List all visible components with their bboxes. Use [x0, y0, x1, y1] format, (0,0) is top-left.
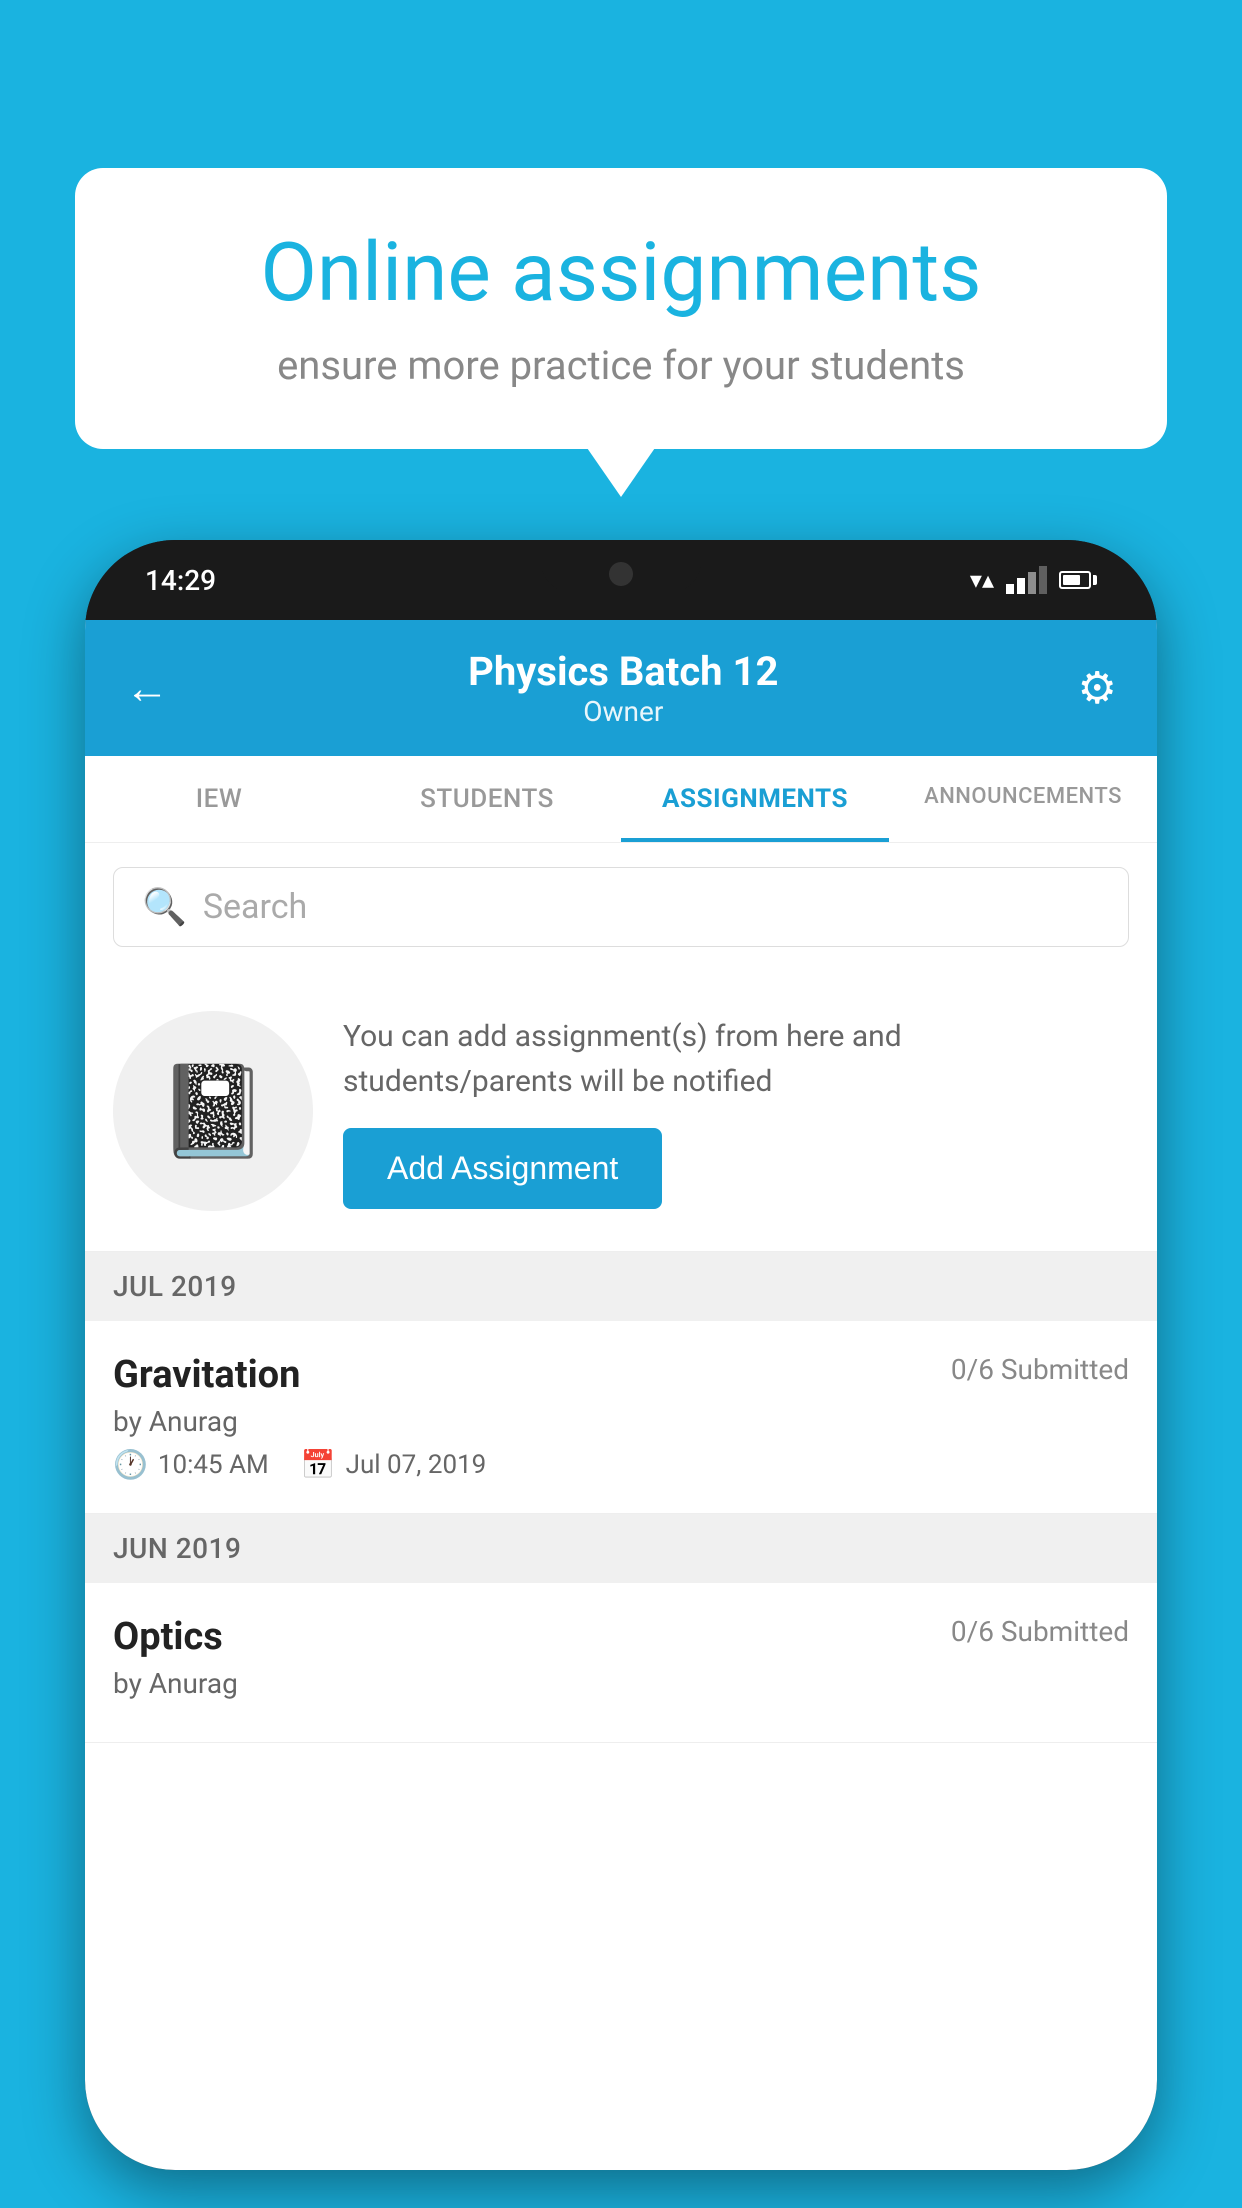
- promo-content: You can add assignment(s) from here and …: [343, 1014, 1129, 1209]
- phone-frame: 14:29 ▾▴: [85, 540, 1157, 2170]
- assignment-name: Gravitation: [113, 1353, 300, 1397]
- assignment-submitted: 0/6 Submitted: [951, 1353, 1129, 1386]
- app-header: ← Physics Batch 12 Owner ⚙: [85, 620, 1157, 756]
- search-icon: 🔍: [142, 886, 187, 928]
- add-assignment-button[interactable]: Add Assignment: [343, 1128, 662, 1209]
- speech-bubble: Online assignments ensure more practice …: [75, 168, 1167, 449]
- assignment-meta: 🕐 10:45 AM 📅 Jul 07, 2019: [113, 1448, 1129, 1481]
- tab-iew[interactable]: IEW: [85, 756, 353, 842]
- assignment-date: Jul 07, 2019: [346, 1450, 487, 1480]
- back-button[interactable]: ←: [125, 662, 169, 714]
- search-input-placeholder[interactable]: Search: [203, 887, 307, 927]
- assignment-submitted-optics: 0/6 Submitted: [951, 1615, 1129, 1648]
- tab-assignments[interactable]: ASSIGNMENTS: [621, 756, 889, 842]
- phone-screen: ← Physics Batch 12 Owner ⚙ IEW STUDENTS …: [85, 620, 1157, 2170]
- notebook-icon: 📓: [157, 1059, 269, 1164]
- battery-icon: [1059, 571, 1097, 589]
- section-header-jul: JUL 2019: [85, 1252, 1157, 1321]
- tab-students[interactable]: STUDENTS: [353, 756, 621, 842]
- bubble-subtitle: ensure more practice for your students: [145, 342, 1097, 389]
- promo-description: You can add assignment(s) from here and …: [343, 1014, 1129, 1104]
- header-title: Physics Batch 12: [468, 648, 778, 695]
- meta-date: 📅 Jul 07, 2019: [301, 1448, 487, 1481]
- bubble-title: Online assignments: [145, 228, 1097, 318]
- status-icons: ▾▴: [970, 566, 1097, 594]
- assignment-item-gravitation[interactable]: Gravitation 0/6 Submitted by Anurag 🕐 10…: [85, 1321, 1157, 1514]
- section-header-jun: JUN 2019: [85, 1514, 1157, 1583]
- promo-section: 📓 You can add assignment(s) from here an…: [85, 971, 1157, 1252]
- clock-icon: 🕐: [113, 1448, 148, 1481]
- assignment-icon-circle: 📓: [113, 1011, 313, 1211]
- phone-camera: [609, 562, 633, 586]
- tabs-container: IEW STUDENTS ASSIGNMENTS ANNOUNCEMENTS: [85, 756, 1157, 843]
- assignment-name-optics: Optics: [113, 1615, 223, 1659]
- meta-time: 🕐 10:45 AM: [113, 1448, 269, 1481]
- header-center: Physics Batch 12 Owner: [468, 648, 778, 728]
- phone-notch: [541, 540, 701, 592]
- calendar-icon: 📅: [301, 1448, 336, 1481]
- wifi-icon: ▾▴: [970, 566, 994, 594]
- header-subtitle: Owner: [468, 695, 778, 728]
- assignment-author-optics: by Anurag: [113, 1667, 1129, 1700]
- tab-announcements[interactable]: ANNOUNCEMENTS: [889, 756, 1157, 842]
- assignment-time: 10:45 AM: [158, 1450, 269, 1480]
- search-bar[interactable]: 🔍 Search: [113, 867, 1129, 947]
- signal-icon: [1006, 566, 1047, 594]
- search-container: 🔍 Search: [85, 843, 1157, 971]
- assignment-item-optics[interactable]: Optics 0/6 Submitted by Anurag: [85, 1583, 1157, 1743]
- speech-bubble-container: Online assignments ensure more practice …: [75, 168, 1167, 449]
- assignment-author: by Anurag: [113, 1405, 1129, 1438]
- settings-button[interactable]: ⚙: [1078, 662, 1117, 714]
- status-time: 14:29: [145, 564, 216, 597]
- status-bar: 14:29 ▾▴: [85, 540, 1157, 620]
